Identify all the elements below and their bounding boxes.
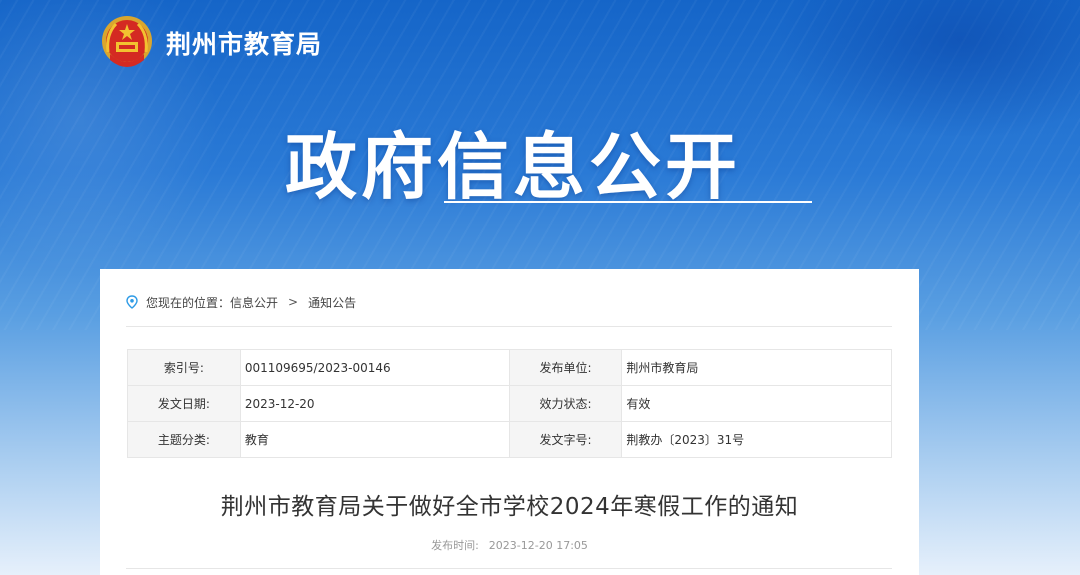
site-title[interactable]: 荆州市教育局 bbox=[166, 25, 322, 61]
index-number-value: 001109695/2023-00146 bbox=[239, 349, 510, 386]
divider bbox=[126, 568, 892, 569]
breadcrumb-item-notices[interactable]: 通知公告 bbox=[308, 294, 356, 311]
validity-status-label: 效力状态: bbox=[508, 385, 623, 422]
index-number-label: 索引号: bbox=[127, 349, 241, 386]
hero-underline bbox=[444, 201, 812, 203]
divider bbox=[126, 326, 892, 327]
article-title: 荆州市教育局关于做好全市学校2024年寒假工作的通知 bbox=[220, 494, 799, 520]
hero-title: 政府信息公开 bbox=[285, 125, 742, 209]
topic-category-value: 教育 bbox=[239, 421, 510, 458]
publish-time-label: 发布时间: bbox=[431, 539, 479, 552]
publish-info: 发布时间: 2023-12-20 17:05 bbox=[100, 537, 919, 553]
table-row: 索引号: 001109695/2023-00146 发布单位: 荆州市教育局 bbox=[127, 349, 892, 386]
table-row: 发文日期: 2023-12-20 效力状态: 有效 bbox=[127, 385, 892, 422]
breadcrumb-separator: > bbox=[288, 295, 299, 309]
topic-category-label: 主题分类: bbox=[127, 421, 241, 458]
publish-time-value: 2023-12-20 17:05 bbox=[488, 539, 588, 552]
document-number-label: 发文字号: bbox=[508, 421, 623, 458]
table-row: 主题分类: 教育 发文字号: 荆教办〔2023〕31号 bbox=[127, 421, 892, 458]
issuer-label: 发布单位: bbox=[508, 349, 623, 386]
document-meta-table: 索引号: 001109695/2023-00146 发布单位: 荆州市教育局 发… bbox=[127, 349, 892, 458]
national-emblem-icon[interactable] bbox=[100, 14, 154, 72]
issue-date-value: 2023-12-20 bbox=[239, 385, 510, 422]
validity-status-value: 有效 bbox=[621, 385, 892, 422]
issue-date-label: 发文日期: bbox=[127, 385, 241, 422]
breadcrumb-prefix: 您现在的位置： bbox=[146, 295, 231, 310]
breadcrumb-item-info-public[interactable]: 信息公开 bbox=[230, 294, 278, 311]
location-pin-icon bbox=[126, 295, 138, 309]
document-number-value: 荆教办〔2023〕31号 bbox=[621, 421, 892, 458]
breadcrumb: 您现在的位置： 信息公开 > 通知公告 bbox=[126, 293, 356, 311]
site-header: 荆州市教育局 bbox=[100, 14, 322, 72]
issuer-value: 荆州市教育局 bbox=[621, 349, 892, 386]
content-card: 您现在的位置： 信息公开 > 通知公告 索引号: 001109695/2023-… bbox=[100, 269, 919, 575]
